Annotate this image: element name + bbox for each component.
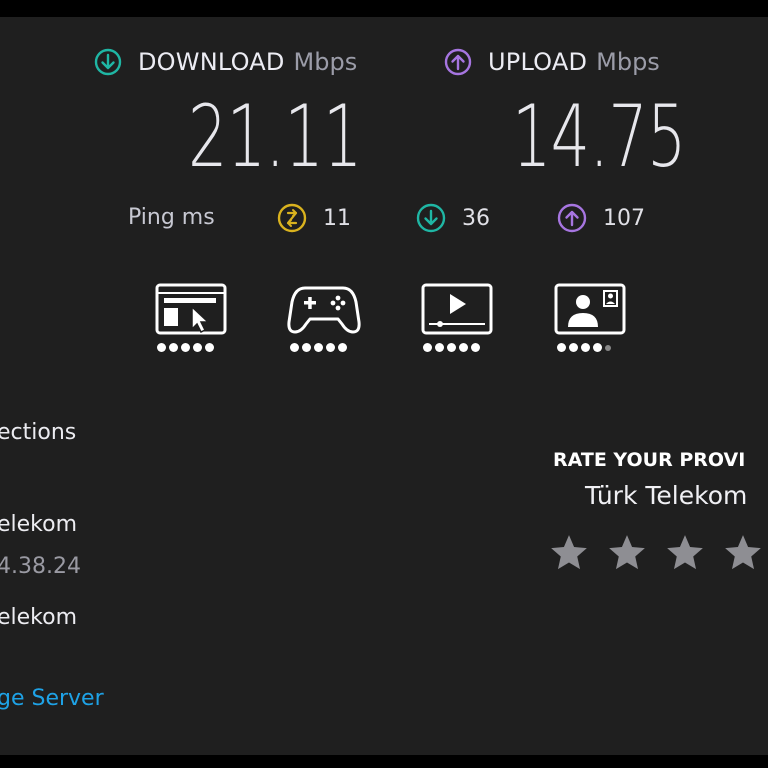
upload-speed-value: 14.75 bbox=[512, 87, 686, 187]
ping-upload: 107 bbox=[557, 203, 645, 233]
upload-latency-icon bbox=[557, 203, 587, 233]
star-1-icon[interactable] bbox=[548, 532, 590, 574]
provider-name: elekom bbox=[0, 512, 78, 537]
connections-title: ections bbox=[0, 420, 77, 445]
video-streaming-icon bbox=[421, 283, 493, 335]
download-header: DOWNLOAD Mbps bbox=[94, 48, 357, 76]
speedtest-results-panel: DOWNLOAD Mbps UPLOAD Mbps 21.11 14.75 Pi… bbox=[0, 17, 768, 755]
ping-idle-value: 11 bbox=[323, 205, 351, 231]
ping-upload-value: 107 bbox=[603, 205, 645, 231]
server-name: elekom bbox=[0, 605, 78, 630]
rated-provider-name: Türk Telekom bbox=[585, 481, 748, 510]
upload-header: UPLOAD Mbps bbox=[444, 48, 660, 76]
video-call-icon bbox=[554, 283, 626, 335]
change-server-link[interactable]: ge Server bbox=[0, 686, 104, 711]
provider-star-rating[interactable] bbox=[548, 532, 764, 574]
gaming-icon bbox=[287, 286, 361, 334]
download-arrow-icon bbox=[94, 48, 122, 76]
download-unit: Mbps bbox=[293, 48, 358, 76]
download-latency-icon bbox=[416, 203, 446, 233]
ping-idle: 11 bbox=[277, 203, 351, 233]
star-3-icon[interactable] bbox=[664, 532, 706, 574]
download-speed-value: 21.11 bbox=[188, 87, 362, 187]
star-2-icon[interactable] bbox=[606, 532, 648, 574]
upload-label: UPLOAD bbox=[488, 48, 588, 76]
star-4-icon[interactable] bbox=[722, 532, 764, 574]
rate-provider-title: RATE YOUR PROVI bbox=[553, 449, 746, 471]
ping-download: 36 bbox=[416, 203, 490, 233]
ping-download-value: 36 bbox=[462, 205, 490, 231]
download-label: DOWNLOAD bbox=[138, 48, 285, 76]
video-call-rating bbox=[557, 343, 611, 352]
upload-unit: Mbps bbox=[596, 48, 660, 76]
idle-latency-icon bbox=[277, 203, 307, 233]
upload-arrow-icon bbox=[444, 48, 472, 76]
ip-address: 4.38.24 bbox=[0, 554, 81, 579]
web-browsing-icon bbox=[155, 283, 227, 335]
ping-label: Ping ms bbox=[128, 205, 215, 230]
web-browsing-rating bbox=[157, 343, 214, 352]
video-streaming-rating bbox=[423, 343, 480, 352]
gaming-rating bbox=[290, 343, 347, 352]
